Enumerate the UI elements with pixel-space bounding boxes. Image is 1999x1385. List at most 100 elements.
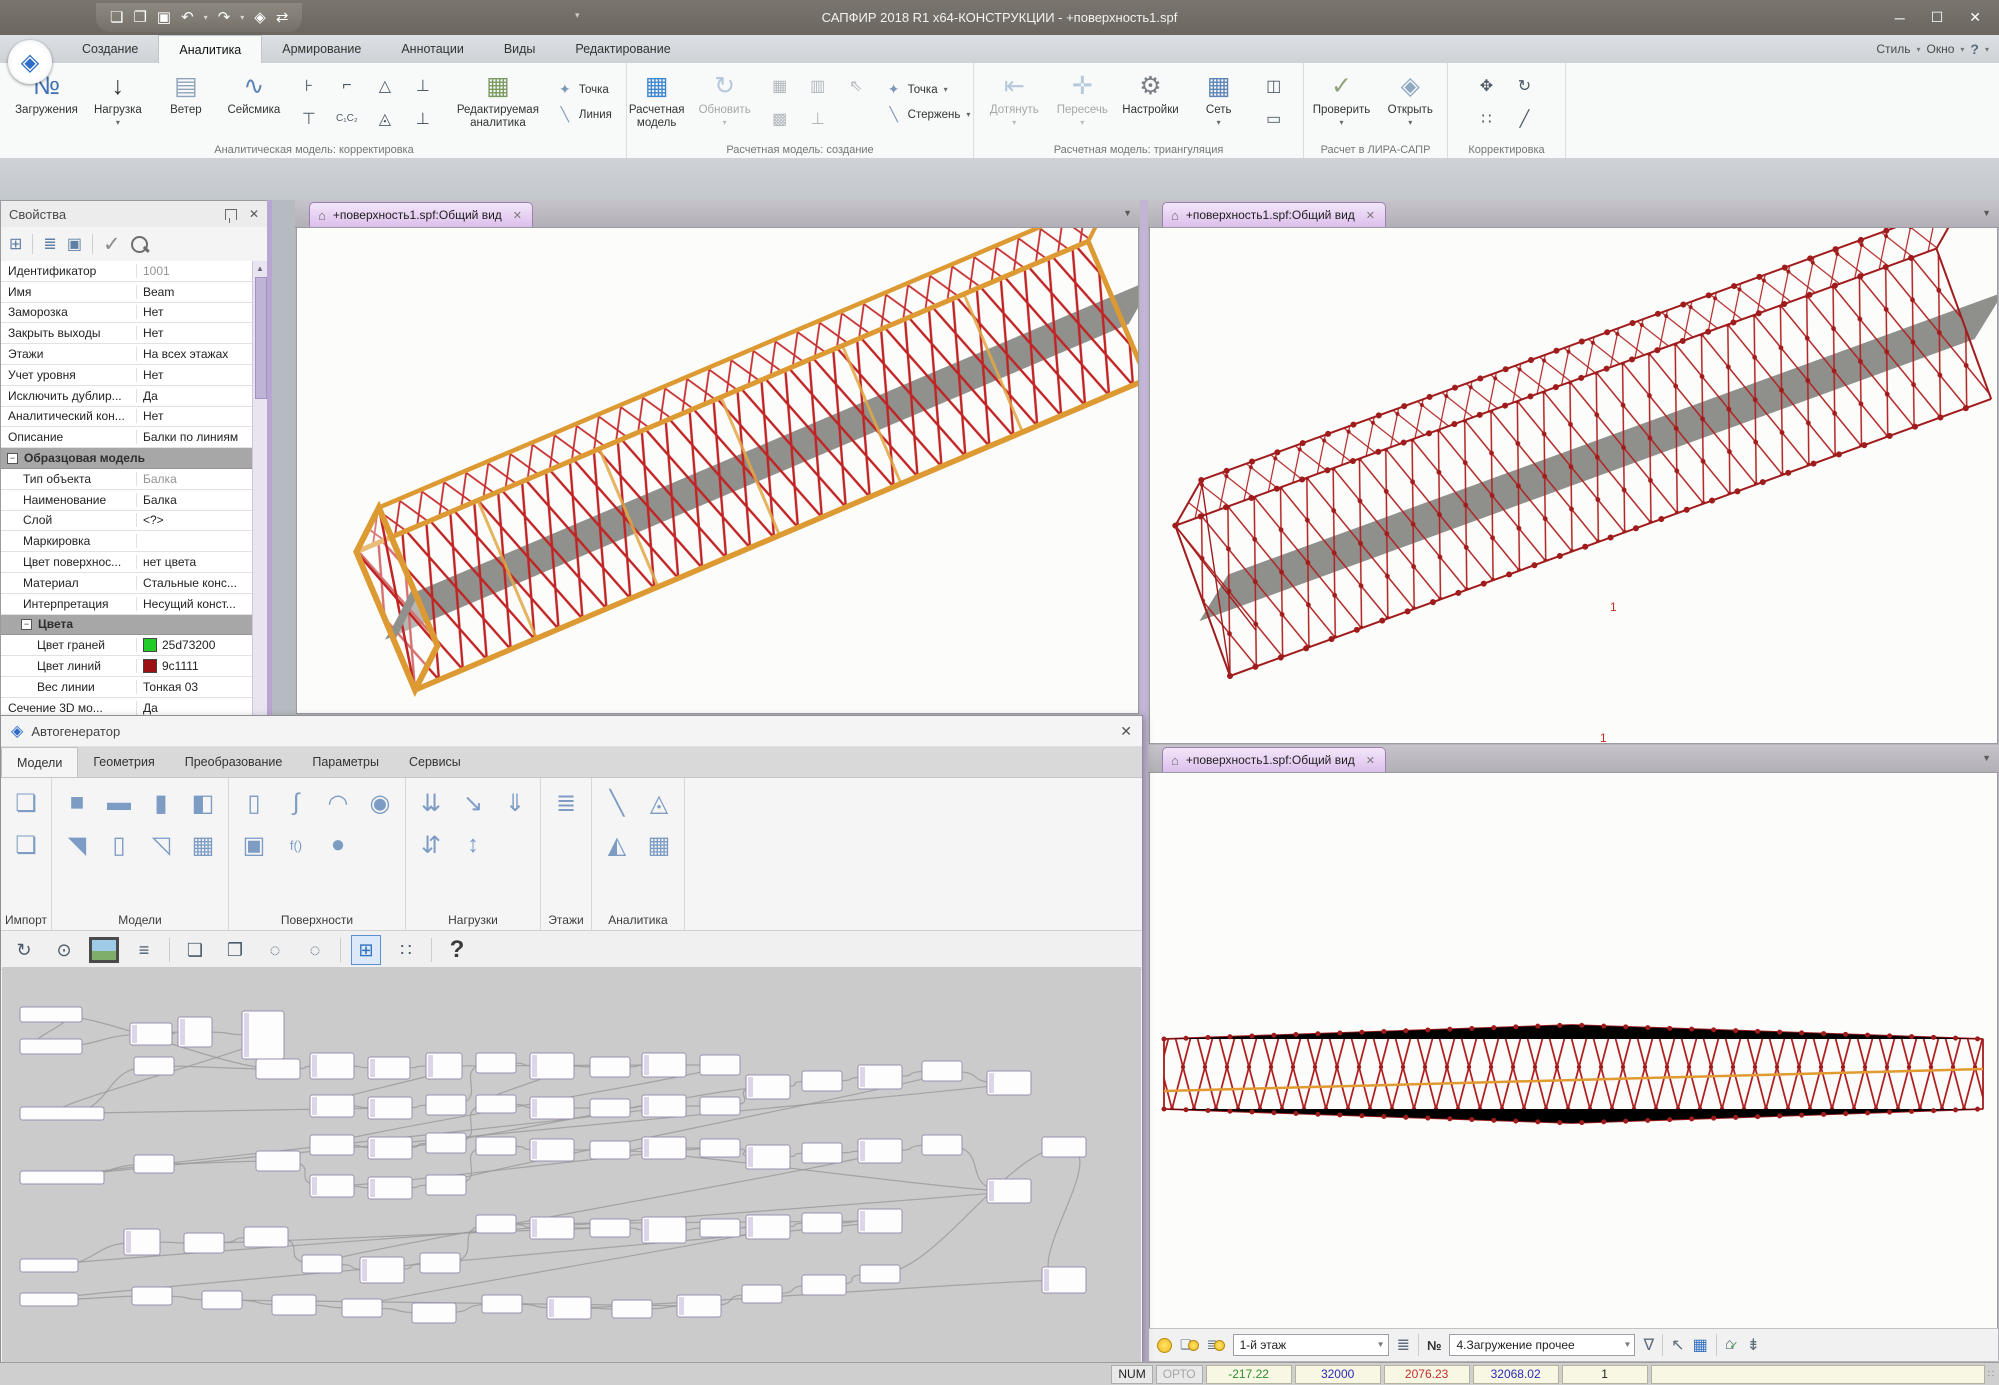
property-row[interactable]: Аналитический кон...Нет xyxy=(1,407,253,428)
frame-refresh-icon[interactable]: ▥ xyxy=(804,72,832,100)
import-dxf-icon[interactable]: ❏ xyxy=(9,828,43,862)
graph-node[interactable] xyxy=(20,1107,104,1120)
light-icon[interactable] xyxy=(1157,1338,1172,1353)
graph-node[interactable] xyxy=(20,1259,78,1272)
analytic-mesh-icon[interactable]: ▦ xyxy=(642,828,676,862)
redo-icon-caret[interactable]: ▾ xyxy=(240,13,244,22)
open-lira-button[interactable]: ◈Открыть▾ xyxy=(1377,66,1443,129)
graph-node[interactable] xyxy=(476,1137,516,1155)
table-icon[interactable]: ▦ xyxy=(1693,1335,1708,1355)
graph-node[interactable] xyxy=(590,1057,630,1077)
close-button[interactable]: ✕ xyxy=(1969,9,1981,26)
help-icon[interactable]: ? xyxy=(442,935,472,965)
move-icon[interactable]: ✥ xyxy=(1473,72,1501,100)
analysis-model-button[interactable]: ▦Расчетная модель xyxy=(624,66,690,132)
list-view-icon[interactable]: ≣ xyxy=(43,234,56,254)
property-row[interactable]: ОписаниеБалки по линиям xyxy=(1,427,253,448)
property-row[interactable]: Слой<?> xyxy=(1,511,253,532)
property-row[interactable]: Тип объектаБалка xyxy=(1,469,253,490)
property-value[interactable]: Да xyxy=(137,701,253,715)
pin-icon[interactable] xyxy=(225,209,237,220)
collapse-icon[interactable]: − xyxy=(21,619,32,630)
property-row[interactable]: НаименованиеБалка xyxy=(1,490,253,511)
editable-analytics-button[interactable]: ▦Редактируемая аналитика xyxy=(447,66,549,132)
property-row[interactable]: ЭтажиНа всех этажах xyxy=(1,344,253,365)
bar-create-button[interactable]: ╲Стержень▾ xyxy=(886,106,971,123)
property-row[interactable]: МатериалСтальные конс... xyxy=(1,573,253,594)
rotate-icon[interactable]: ↻ xyxy=(1511,72,1539,100)
graph-node[interactable] xyxy=(802,1275,846,1295)
property-value[interactable]: Стальные конс... xyxy=(137,576,253,590)
view2-tab-close-icon[interactable]: ✕ xyxy=(1366,209,1375,222)
ribbon-tab-4[interactable]: Аннотации xyxy=(381,35,483,63)
property-group-row[interactable]: −Цвета xyxy=(1,615,253,636)
autogenerator-tab-4[interactable]: Параметры xyxy=(297,747,394,777)
select-hidden2-icon[interactable]: ◌ xyxy=(300,935,330,965)
point-button[interactable]: ✦Точка xyxy=(557,81,612,98)
property-value[interactable]: <?> xyxy=(137,513,253,527)
graph-node[interactable] xyxy=(742,1285,782,1303)
graph-node[interactable] xyxy=(476,1053,516,1073)
select-group-icon[interactable]: ❏ xyxy=(180,935,210,965)
overhang-icon[interactable]: ◫ xyxy=(1260,72,1288,100)
graph-node[interactable] xyxy=(802,1071,842,1091)
cursor-filter-icon[interactable]: ↖ xyxy=(1671,1335,1684,1355)
graph-node[interactable] xyxy=(700,1139,740,1157)
model-box-icon[interactable]: ■ xyxy=(60,786,94,820)
graph-node[interactable] xyxy=(20,1171,104,1184)
seismic-button[interactable]: ∿Сейсмика xyxy=(221,66,287,119)
open-document-icon[interactable]: ❐ xyxy=(133,10,146,25)
ribbon-tab-3[interactable]: Армирование xyxy=(262,35,381,63)
autogenerator-tab-5[interactable]: Сервисы xyxy=(394,747,476,777)
property-value[interactable]: Нет xyxy=(137,409,253,423)
load-spring-icon[interactable]: ↕ xyxy=(456,828,490,862)
resize-grip-icon[interactable]: ∷ xyxy=(1988,1369,1995,1380)
loadcase-combo[interactable]: 4.Загружение прочее▼ xyxy=(1449,1334,1635,1356)
viewport-3d-side[interactable] xyxy=(1149,772,1998,1329)
collapse-toolbar-icon[interactable]: ⇟ xyxy=(1747,1335,1760,1355)
graph-node[interactable] xyxy=(256,1059,300,1079)
view1-tab[interactable]: ⌂ +поверхность1.spf:Общий вид ✕ xyxy=(309,202,533,227)
property-value[interactable]: 9c1111 xyxy=(137,659,253,673)
property-row[interactable]: ЗаморозкаНет xyxy=(1,303,253,324)
surface-sphere-icon[interactable]: ● xyxy=(321,828,355,862)
viewport-3d-wireframe[interactable]: 1 xyxy=(1149,227,1998,744)
autogenerator-close-icon[interactable]: ✕ xyxy=(1120,723,1132,740)
support-post-icon[interactable]: ⊤ xyxy=(295,105,323,133)
floors-icon[interactable]: ≣ xyxy=(1397,1335,1410,1355)
graph-node[interactable] xyxy=(244,1227,288,1247)
property-row[interactable]: ИмяBeam xyxy=(1,282,253,303)
graph-node[interactable] xyxy=(590,1219,630,1237)
save-icon[interactable]: ▣ xyxy=(157,10,171,25)
loadcase-number-icon[interactable]: № xyxy=(1427,1338,1442,1353)
analytic-triangle-icon[interactable]: ◭ xyxy=(600,828,634,862)
surface-panel-icon[interactable]: ▯ xyxy=(237,786,271,820)
panel-splitter[interactable] xyxy=(267,200,272,715)
support-truss-icon[interactable]: △ xyxy=(371,72,399,100)
surface-box-icon[interactable]: ▣ xyxy=(237,828,271,862)
apply-model-icon[interactable]: ⌂✓ xyxy=(1725,1336,1739,1354)
filter-icon[interactable]: ∇ xyxy=(1643,1335,1654,1355)
floors-stack-icon[interactable]: ≣ xyxy=(549,786,583,820)
graph-node[interactable] xyxy=(922,1061,962,1081)
floor-combo[interactable]: 1-й этаж▼ xyxy=(1233,1334,1389,1356)
update-button[interactable]: ↻Обновить▾ xyxy=(692,66,758,129)
frame-update-icon[interactable]: ▦ xyxy=(766,72,794,100)
load-line-icon[interactable]: ⇵ xyxy=(414,828,448,862)
import-obj-icon[interactable]: ❏ xyxy=(9,786,43,820)
graph-node[interactable] xyxy=(134,1057,174,1075)
select-hidden-icon[interactable]: ◌ xyxy=(260,935,290,965)
beam-section-icon[interactable]: ⊥ xyxy=(804,105,832,133)
surface-revolve-icon[interactable]: ◉ xyxy=(363,786,397,820)
view3-tab[interactable]: ⌂ +поверхность1.spf:Общий вид ✕ xyxy=(1162,747,1386,772)
graph-node[interactable] xyxy=(426,1175,466,1195)
properties-close-icon[interactable]: ✕ xyxy=(249,207,259,221)
apply-icon[interactable]: ✓ xyxy=(103,232,121,257)
window-menu[interactable]: Окно xyxy=(1927,42,1955,56)
graph-node[interactable] xyxy=(202,1291,242,1309)
property-value[interactable]: Нет xyxy=(137,326,253,340)
property-value[interactable]: 1001 xyxy=(137,264,253,278)
load-distributed-icon[interactable]: ⇊ xyxy=(414,786,448,820)
graph-node[interactable] xyxy=(476,1095,516,1113)
undo-icon[interactable]: ↶ xyxy=(181,10,194,25)
